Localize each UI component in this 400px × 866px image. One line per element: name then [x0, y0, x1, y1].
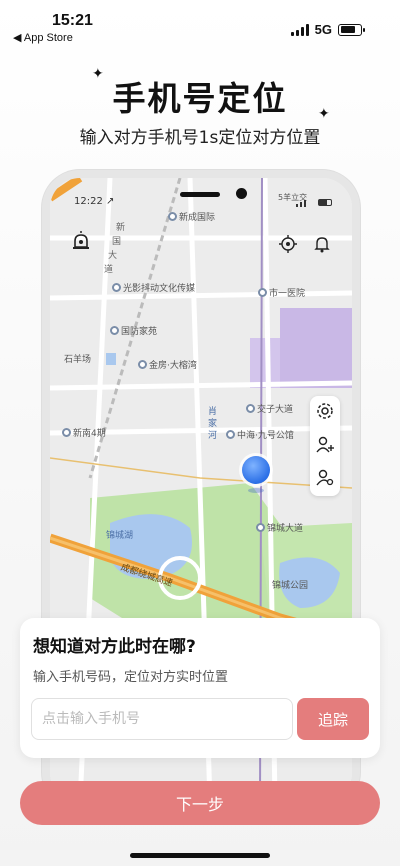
mock-time: 12:22 ↗ [74, 196, 115, 207]
map-label: 国 [112, 237, 122, 247]
map-side-panel [310, 396, 340, 496]
home-indicator[interactable] [130, 853, 270, 858]
map-label: 新 [116, 223, 126, 233]
mock-battery-icon [318, 199, 332, 206]
card-title: 想知道对方此时在哪? [33, 637, 196, 657]
alarm-icon[interactable] [70, 230, 98, 258]
map-label: 国防家苑 [110, 324, 157, 337]
add-friend-icon[interactable] [315, 434, 335, 454]
status-time: 15:21 [52, 12, 93, 29]
page-subtitle: 输入对方手机号1s定位对方位置 [79, 128, 321, 148]
map-label: 中海·九号公馆 [226, 428, 294, 441]
location-marker-icon [242, 456, 270, 484]
settings-icon[interactable] [315, 401, 335, 421]
network-label: 5G [314, 22, 332, 37]
track-button[interactable]: 追踪 [297, 698, 369, 740]
map-label: 大 [108, 251, 118, 261]
battery-icon [338, 23, 365, 36]
map-label: 市一医院 [258, 286, 305, 299]
map-label: 肖家河 [208, 407, 218, 441]
map-label: 新南4期 [62, 426, 106, 439]
card-subtitle: 输入手机号码，定位对方实时位置 [33, 670, 229, 685]
search-card: 想知道对方此时在哪? 输入手机号码，定位对方实时位置 追踪 [20, 618, 380, 758]
signal-icon [290, 23, 309, 36]
map-label: 锦城大道 [256, 521, 303, 534]
speaker-notch [180, 192, 220, 197]
map-label: 锦城湖 [106, 531, 134, 541]
map-label: 锦城公园 [272, 581, 309, 591]
map-label: 交子大道 [246, 402, 293, 415]
status-bar: 15:21 ◀ App Store 5G [0, 0, 400, 50]
map-label: 光影抖动文化传媒 [112, 281, 195, 294]
sparkle-icon: ✦ [318, 106, 330, 122]
status-indicators: 5G [290, 22, 365, 37]
next-step-button[interactable]: 下一步 [20, 781, 380, 825]
mock-signal-icon [296, 200, 306, 207]
camera-dot [236, 188, 247, 199]
page-title: 手机号定位 [112, 79, 288, 118]
map-label: 石羊场 [64, 355, 92, 365]
map-label: 新成国际 [168, 210, 215, 223]
phone-number-input[interactable] [31, 698, 293, 740]
map-label: 金房·大榕湾 [138, 358, 197, 371]
locate-icon[interactable] [278, 234, 306, 262]
map-label: 道 [104, 265, 114, 275]
bell-icon[interactable] [312, 234, 340, 262]
user-search-icon[interactable] [315, 467, 335, 487]
location-marker-shadow [248, 488, 264, 493]
back-to-app-store-link[interactable]: ◀ App Store [13, 31, 73, 44]
